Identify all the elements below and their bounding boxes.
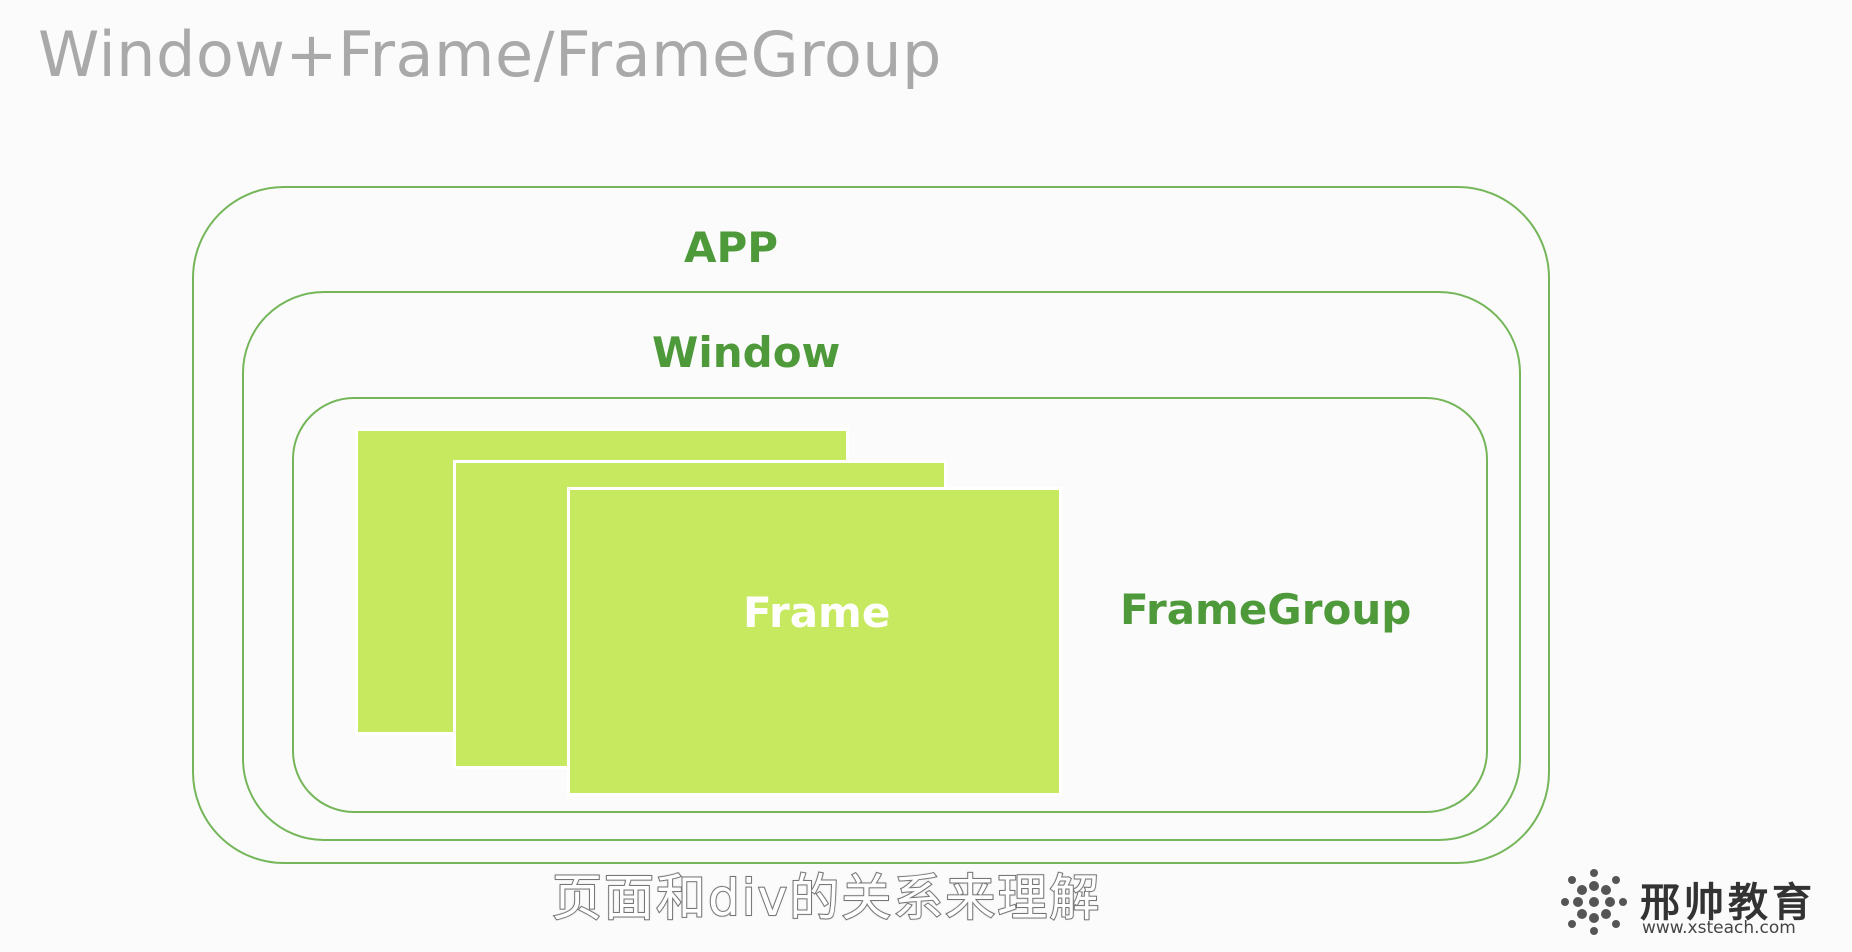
brand-url: www.xsteach.com [1642, 918, 1796, 938]
page-title: Window+Frame/FrameGroup [38, 18, 942, 91]
frame-label: Frame [743, 588, 891, 637]
video-subtitle: 页面和div的关系来理解 [551, 868, 1102, 928]
frame-front [567, 487, 1062, 796]
brand-logo: 邢帅教育 www.xsteach.com [1560, 868, 1840, 948]
asterisk-logo-icon [1561, 869, 1627, 935]
window-label: Window [652, 328, 841, 377]
framegroup-label: FrameGroup [1120, 585, 1412, 634]
app-label: APP [684, 223, 779, 272]
